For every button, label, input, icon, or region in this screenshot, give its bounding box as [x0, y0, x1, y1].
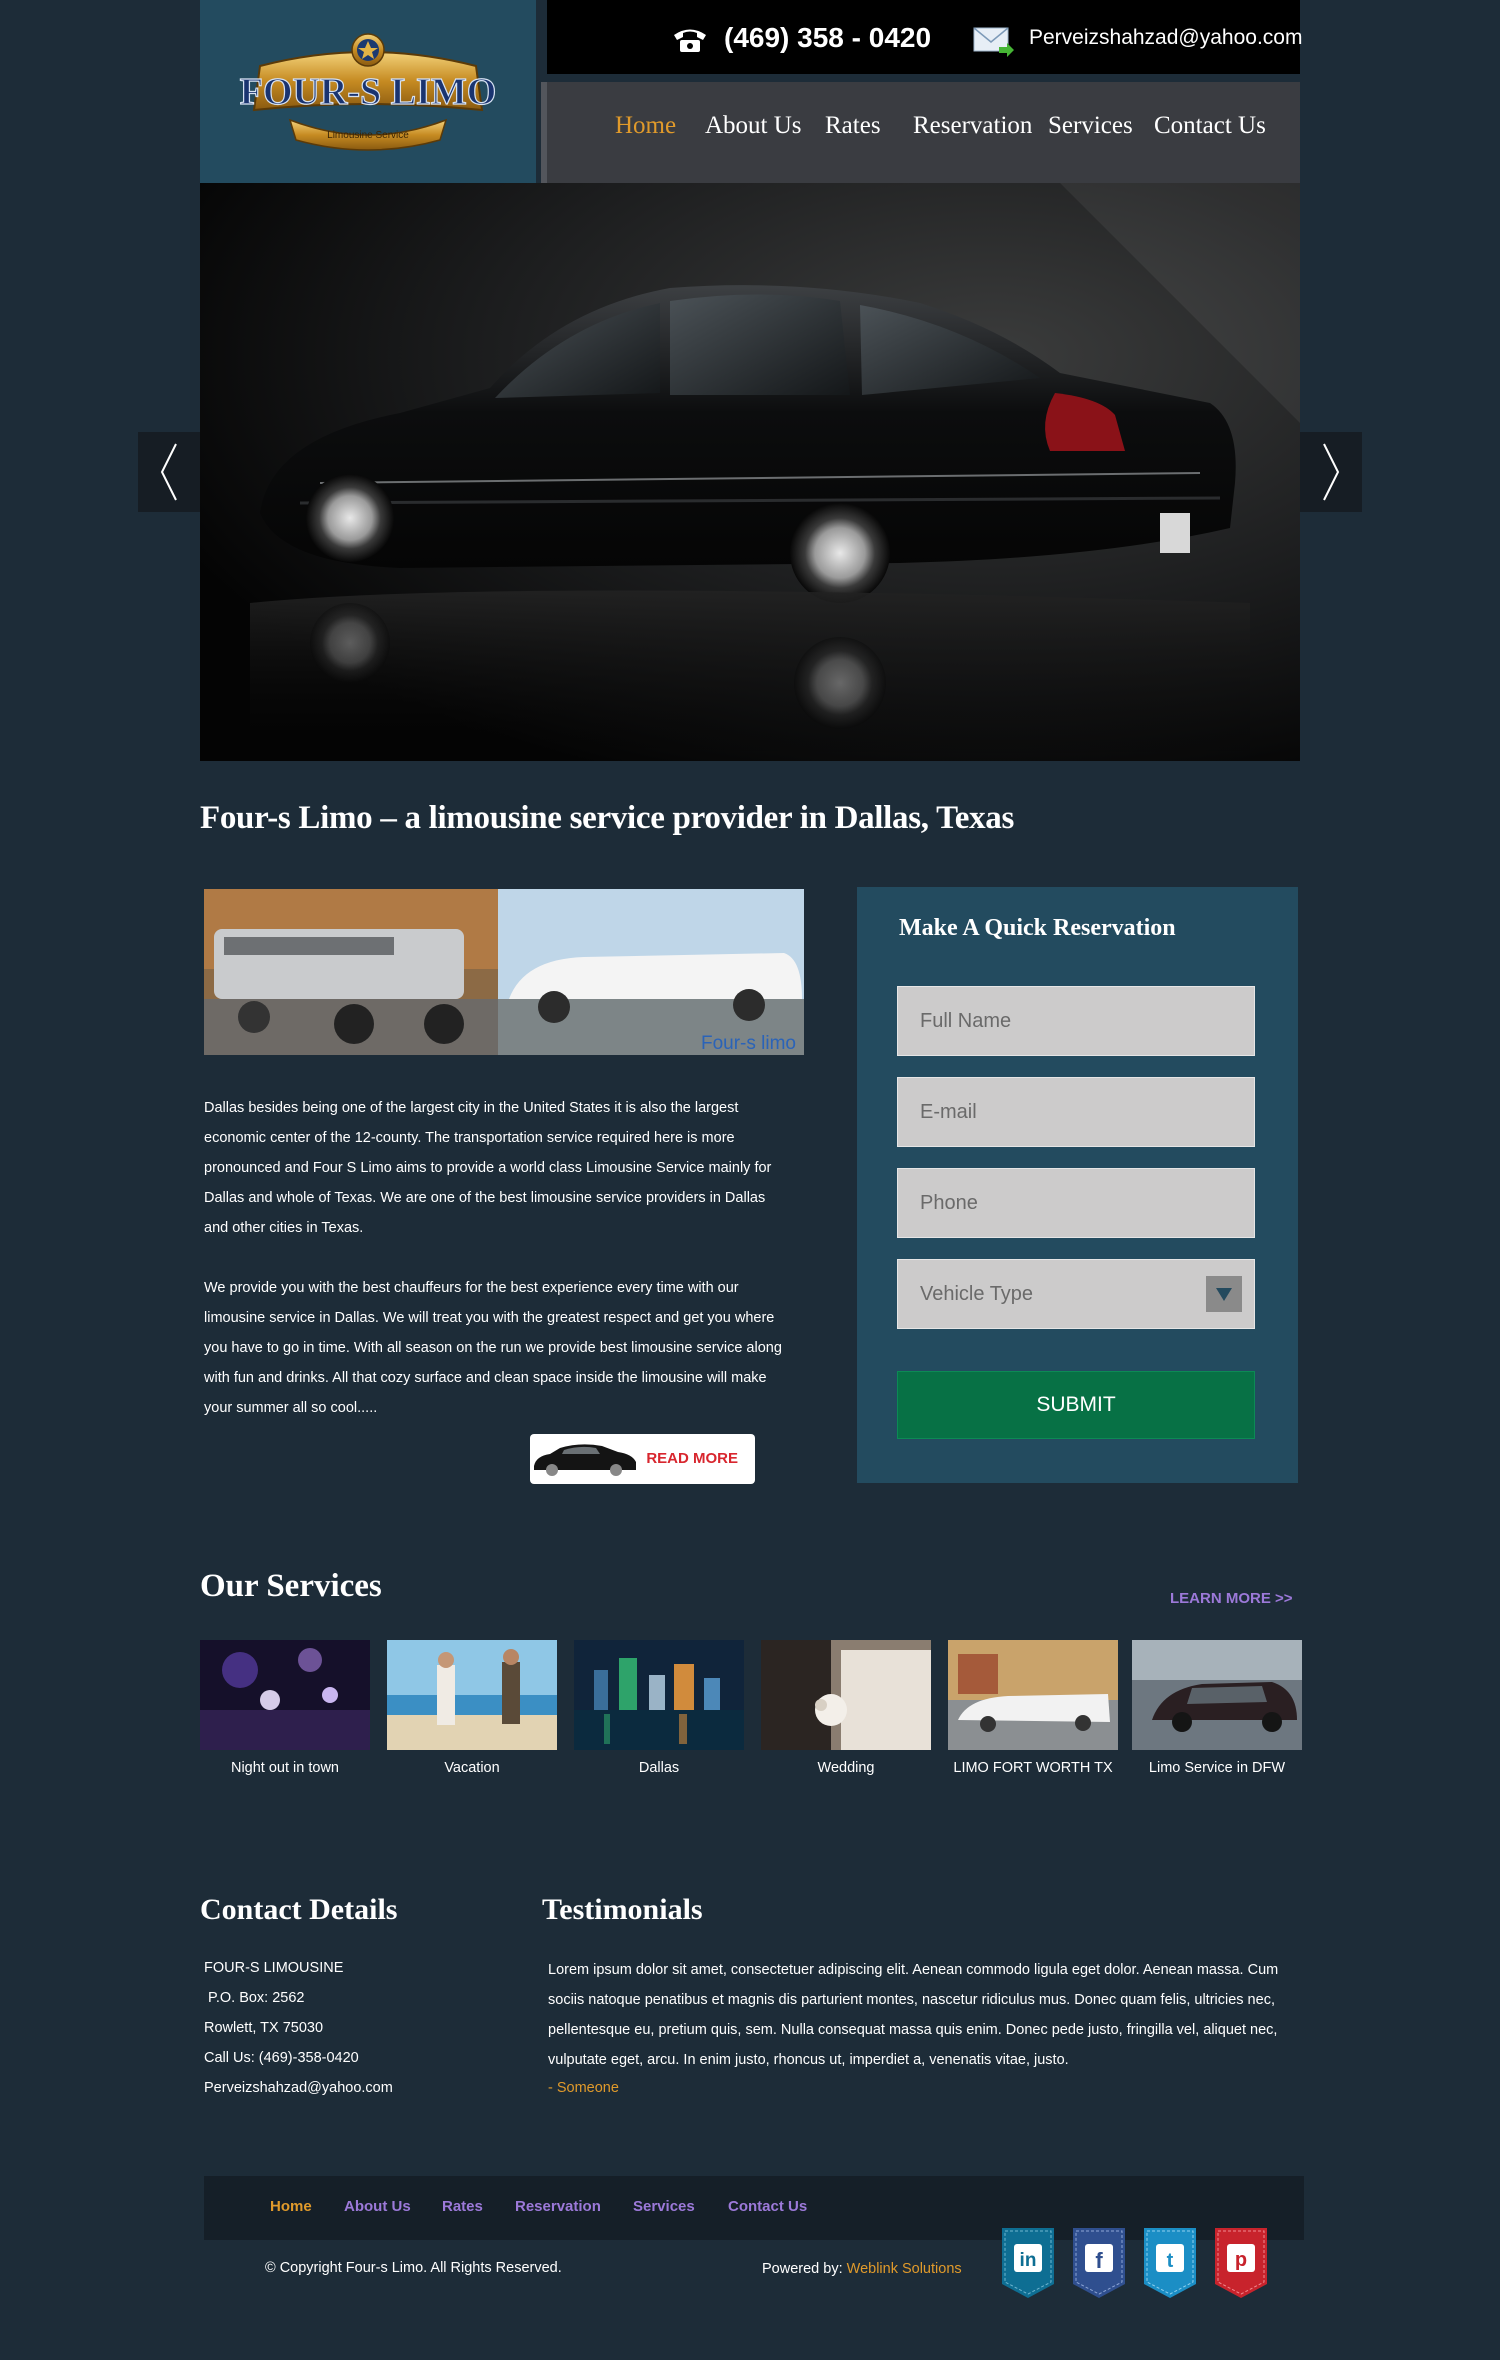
footer-nav-contact-us[interactable]: Contact Us — [728, 2198, 807, 2215]
full-name-input[interactable]: Full Name — [897, 986, 1255, 1056]
linkedin-icon[interactable]: in — [1000, 2228, 1056, 2298]
quick-reservation-panel: Make A Quick Reservation Full Name E-mai… — [857, 887, 1298, 1483]
intro-title: Four-s Limo – a limousine service provid… — [200, 800, 1015, 836]
powered-by: Powered by: Weblink Solutions — [762, 2261, 962, 2277]
footer-nav-reservation[interactable]: Reservation — [515, 2198, 601, 2215]
wedding-image[interactable] — [761, 1640, 931, 1750]
contact-city: Rowlett, TX 75030 — [204, 2020, 324, 2036]
nav-contact-us[interactable]: Contact Us — [1154, 112, 1266, 140]
svg-text:t: t — [1167, 2250, 1174, 2272]
vacation-image[interactable] — [387, 1640, 557, 1750]
read-more-label: READ MORE — [646, 1450, 738, 1467]
submit-button[interactable]: SUBMIT — [897, 1371, 1255, 1439]
service-item-dallas[interactable]: Dallas — [574, 1640, 744, 1776]
footer-nav-services[interactable]: Services — [633, 2198, 695, 2215]
service-item-wedding[interactable]: Wedding — [761, 1640, 931, 1776]
powered-by-label: Powered by: — [762, 2261, 843, 2277]
four-s-limo-logo[interactable]: FOUR-S LIMO Limousine Service — [230, 28, 506, 153]
email-input[interactable]: E-mail — [897, 1077, 1255, 1147]
nav-about-us[interactable]: About Us — [705, 112, 802, 140]
chevron-right-icon — [1323, 443, 1340, 501]
testimonial-author: - Someone — [548, 2080, 619, 2096]
svg-text:f: f — [1095, 2248, 1103, 2273]
service-item-night-out[interactable]: Night out in town — [200, 1640, 370, 1776]
slider-next-button[interactable] — [1300, 432, 1362, 512]
footer-nav-about-us[interactable]: About Us — [344, 2198, 411, 2215]
powered-by-link[interactable]: Weblink Solutions — [847, 2261, 962, 2277]
intro-paragraph-2: We provide you with the best chauffeurs … — [204, 1280, 782, 1416]
testimonials-title: Testimonials — [542, 1893, 703, 1926]
phone-placeholder: Phone — [920, 1191, 978, 1214]
night-out-image[interactable] — [200, 1640, 370, 1750]
read-more-button[interactable]: READ MORE — [530, 1434, 755, 1484]
nav-home[interactable]: Home — [615, 112, 676, 140]
phone-input[interactable]: Phone — [897, 1168, 1255, 1238]
footer-nav-home[interactable]: Home — [270, 2198, 312, 2215]
contact-company: FOUR-S LIMOUSINE — [204, 1960, 344, 1976]
logo-tagline: Limousine Service — [327, 130, 409, 141]
limo-dfw-image[interactable] — [1132, 1640, 1302, 1750]
reservation-title: Make A Quick Reservation — [899, 915, 1176, 941]
phone-icon — [674, 29, 706, 52]
chevron-left-icon — [160, 443, 177, 501]
service-label[interactable]: Vacation — [387, 1760, 557, 1776]
header-phone[interactable]: (469) 358 - 0420 — [724, 22, 931, 54]
service-label[interactable]: Dallas — [574, 1760, 744, 1776]
copyright-text: © Copyright Four-s Limo. All Rights Rese… — [265, 2260, 562, 2276]
service-label[interactable]: LIMO FORT WORTH TX — [948, 1760, 1118, 1776]
nav-reservation[interactable]: Reservation — [913, 112, 1032, 140]
service-label[interactable]: Wedding — [761, 1760, 931, 1776]
service-item-limo-fort-worth[interactable]: LIMO FORT WORTH TX — [948, 1640, 1118, 1776]
vehicle-type-placeholder: Vehicle Type — [920, 1282, 1034, 1305]
twitter-icon[interactable]: t — [1142, 2228, 1198, 2298]
intro-paragraph-1: Dallas besides being one of the largest … — [204, 1100, 772, 1236]
testimonial-text: Lorem ipsum dolor sit amet, consectetuer… — [548, 1962, 1279, 2068]
vehicle-type-select[interactable]: Vehicle Type — [897, 1259, 1255, 1329]
nav-services[interactable]: Services — [1048, 112, 1133, 140]
contact-po-box: P.O. Box: 2562 — [204, 1990, 305, 2006]
footer-nav-rates[interactable]: Rates — [442, 2198, 483, 2215]
services-title: Our Services — [200, 1568, 382, 1604]
service-item-vacation[interactable]: Vacation — [387, 1640, 557, 1776]
header-email[interactable]: Perveizshahzad@yahoo.com — [1029, 26, 1302, 50]
contact-email[interactable]: Perveizshahzad@yahoo.com — [204, 2080, 393, 2096]
service-label[interactable]: Night out in town — [200, 1760, 370, 1776]
svg-text:p: p — [1235, 2249, 1247, 2271]
nav-rates[interactable]: Rates — [825, 112, 881, 140]
contact-title: Contact Details — [200, 1893, 398, 1926]
hero-limo-image — [250, 183, 1300, 761]
limo-feature-image: Four-s limo — [204, 889, 804, 1055]
service-label[interactable]: Limo Service in DFW — [1132, 1760, 1302, 1776]
contact-phone[interactable]: Call Us: (469)-358-0420 — [204, 2050, 359, 2066]
limo-car-icon — [534, 1444, 636, 1476]
pinterest-icon[interactable]: p — [1213, 2228, 1269, 2298]
service-item-limo-dfw[interactable]: Limo Service in DFW — [1132, 1640, 1302, 1776]
email-placeholder: E-mail — [920, 1100, 977, 1123]
dallas-image[interactable] — [574, 1640, 744, 1750]
limo-fort-worth-image[interactable] — [948, 1640, 1118, 1750]
logo-area[interactable]: FOUR-S LIMO Limousine Service — [200, 0, 536, 183]
feature-image-caption: Four-s limo — [701, 1033, 796, 1054]
facebook-icon[interactable]: f — [1071, 2228, 1127, 2298]
contact-topbar: (469) 358 - 0420 Perveizshahzad@yahoo.co… — [547, 0, 1302, 74]
logo-text: FOUR-S LIMO — [240, 71, 497, 113]
main-nav: Home About Us Rates Reservation Services… — [541, 82, 1300, 183]
full-name-placeholder: Full Name — [920, 1009, 1012, 1032]
footer-nav: Home About Us Rates Reservation Services… — [204, 2176, 1304, 2240]
hero-slider — [200, 183, 1300, 761]
learn-more-link[interactable]: LEARN MORE >> — [1170, 1590, 1293, 1607]
svg-text:in: in — [1020, 2250, 1037, 2271]
slider-prev-button[interactable] — [138, 432, 200, 512]
dropdown-arrow-icon[interactable] — [1206, 1276, 1242, 1312]
email-icon — [973, 27, 1014, 57]
